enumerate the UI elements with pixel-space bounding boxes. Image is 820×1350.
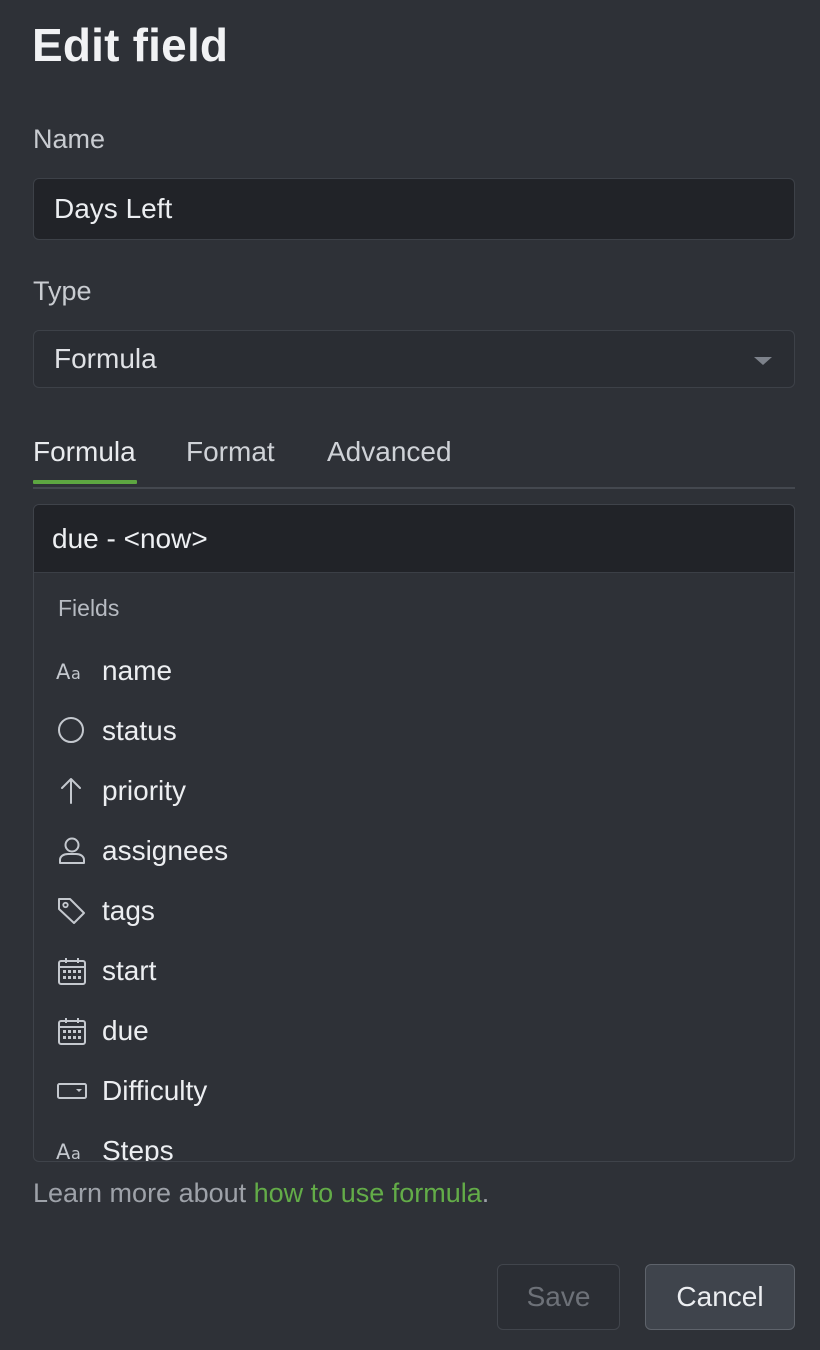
name-label: Name: [33, 124, 106, 154]
help-text: Learn more about how to use formula.: [33, 1178, 489, 1209]
tab-bar: Formula Format Advanced: [33, 430, 795, 489]
calendar-icon: [56, 955, 88, 987]
tab-formula[interactable]: Formula: [33, 436, 136, 482]
formula-help-link[interactable]: how to use formula: [254, 1178, 482, 1208]
field-item-start[interactable]: start: [34, 941, 794, 1001]
type-label: Type: [33, 276, 92, 306]
dialog-title: Edit field: [32, 19, 229, 71]
field-label: tags: [102, 895, 155, 926]
name-input-value: Days Left: [54, 193, 173, 224]
formula-panel: due - <now> Fields Aa name status priori…: [33, 504, 795, 1162]
field-item-status[interactable]: status: [34, 701, 794, 761]
svg-text:a: a: [71, 664, 81, 683]
active-tab-indicator: [33, 480, 137, 484]
field-item-assignees[interactable]: assignees: [34, 821, 794, 881]
type-select[interactable]: Formula: [33, 330, 795, 388]
field-label: due: [102, 1015, 149, 1046]
field-item-difficulty[interactable]: Difficulty: [34, 1061, 794, 1121]
dropdown-icon: [56, 1075, 88, 1107]
name-input[interactable]: Days Left: [33, 178, 795, 240]
field-item-name[interactable]: Aa name: [34, 641, 794, 701]
field-label: Steps: [102, 1135, 174, 1162]
field-item-due[interactable]: due: [34, 1001, 794, 1061]
chevron-down-icon: [754, 357, 772, 365]
field-label: priority: [102, 775, 187, 806]
field-label: assignees: [102, 835, 229, 866]
help-suffix: .: [481, 1178, 490, 1208]
svg-text:A: A: [56, 1140, 71, 1162]
field-label: name: [102, 655, 173, 686]
circle-icon: [56, 715, 88, 747]
tab-format[interactable]: Format: [186, 436, 275, 482]
text-icon: Aa: [56, 655, 88, 687]
save-button[interactable]: Save: [497, 1264, 620, 1330]
text-icon: Aa: [56, 1135, 88, 1162]
svg-text:A: A: [56, 660, 71, 684]
type-select-value: Formula: [54, 343, 157, 374]
tab-advanced[interactable]: Advanced: [327, 436, 452, 482]
arrow-up-icon: [56, 775, 88, 807]
field-item-priority[interactable]: priority: [34, 761, 794, 821]
tag-icon: [56, 895, 88, 927]
field-item-steps[interactable]: Aa Steps: [34, 1121, 794, 1162]
field-label: status: [102, 715, 177, 746]
field-label: start: [102, 955, 157, 986]
field-label: Difficulty: [102, 1075, 208, 1106]
calendar-icon: [56, 1015, 88, 1047]
formula-expression: due - <now>: [52, 522, 208, 554]
svg-text:a: a: [71, 1144, 81, 1162]
cancel-button[interactable]: Cancel: [645, 1264, 795, 1330]
person-icon: [56, 835, 88, 867]
fields-heading: Fields: [58, 595, 120, 621]
field-item-tags[interactable]: tags: [34, 881, 794, 941]
help-prefix: Learn more about: [33, 1178, 254, 1208]
formula-input[interactable]: due - <now>: [34, 505, 794, 573]
